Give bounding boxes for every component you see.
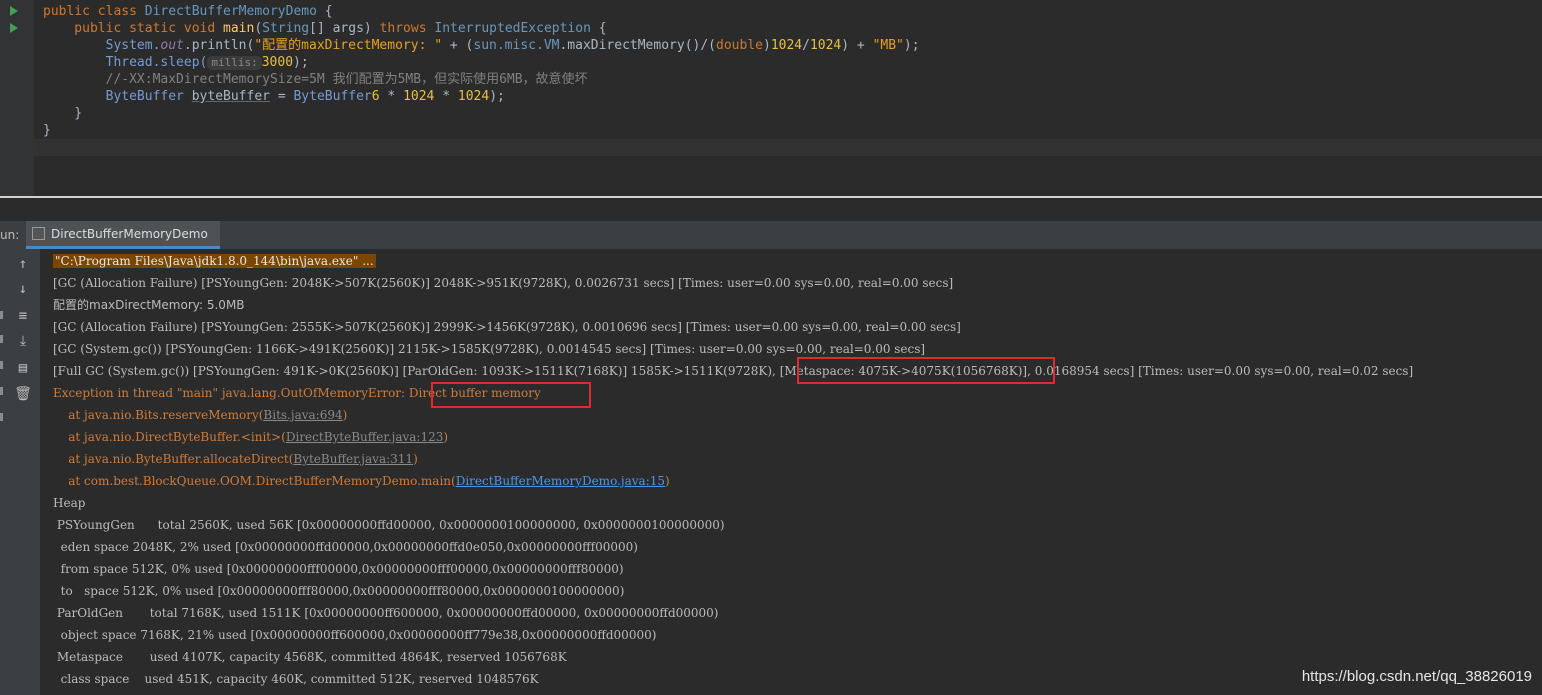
- watermark: https://blog.csdn.net/qq_38826019: [1301, 668, 1532, 685]
- run-config-icon: [32, 227, 45, 240]
- console-line: Heap: [53, 496, 86, 510]
- run-class-icon[interactable]: [10, 6, 18, 16]
- console-line: ParOldGen total 7168K, used 1511K [0x000…: [53, 606, 719, 620]
- direct-buffer-annotation-box: [431, 382, 591, 408]
- code-line-5: //-XX:MaxDirectMemorySize=5M 我们配置为5MB，但实…: [43, 72, 588, 87]
- editor-gutter: [0, 0, 34, 197]
- side-edge-marker: [0, 311, 3, 319]
- editor-divider: [0, 196, 1542, 198]
- console-line: [GC (System.gc()) [PSYoungGen: 1166K->49…: [53, 342, 926, 356]
- up-stack-frame-icon[interactable]: ↑: [13, 255, 33, 273]
- run-tool-window-header: un: DirectBufferMemoryDemo: [0, 221, 1542, 250]
- side-edge-marker: [0, 413, 3, 421]
- code-line-1: public class DirectBufferMemoryDemo {: [43, 4, 333, 19]
- print-icon[interactable]: ▤: [13, 359, 33, 377]
- stack-frame: at java.nio.Bits.reserveMemory(Bits.java…: [53, 408, 348, 422]
- console-line: class space used 451K, capacity 460K, co…: [53, 672, 539, 686]
- console-line: Metaspace used 4107K, capacity 4568K, co…: [53, 650, 567, 664]
- console-line: [Full GC (System.gc()) [PSYoungGen: 491K…: [53, 364, 1414, 378]
- source-link[interactable]: Bits.java:694: [263, 408, 342, 422]
- down-stack-frame-icon[interactable]: ↓: [13, 280, 33, 298]
- console-line: to space 512K, 0% used [0x00000000fff800…: [53, 584, 625, 598]
- code-editor[interactable]: public class DirectBufferMemoryDemo { pu…: [0, 0, 1542, 198]
- tab-run-config[interactable]: DirectBufferMemoryDemo: [26, 221, 220, 249]
- code-line-3: System.out.println("配置的maxDirectMemory: …: [43, 38, 920, 53]
- side-edge-marker: [0, 361, 3, 369]
- console-line: PSYoungGen total 2560K, used 56K [0x0000…: [53, 518, 725, 532]
- side-edge-marker: [0, 387, 3, 395]
- console-line: [GC (Allocation Failure) [PSYoungGen: 20…: [53, 276, 954, 290]
- run-main-icon[interactable]: [10, 23, 18, 33]
- console-output[interactable]: "C:\Program Files\Java\jdk1.8.0_144\bin\…: [40, 249, 1542, 695]
- stack-frame: at java.nio.DirectByteBuffer.<init>(Dire…: [53, 430, 449, 444]
- scroll-to-end-icon[interactable]: ⤓: [13, 332, 33, 350]
- run-toolbar: ↑ ↓ ≡ ⤓ ▤ 🗑: [0, 249, 40, 695]
- code-line-8: }: [43, 123, 51, 138]
- stack-frame: at java.nio.ByteBuffer.allocateDirect(By…: [53, 452, 418, 466]
- run-label: un:: [0, 228, 20, 242]
- tab-title: DirectBufferMemoryDemo: [51, 226, 208, 241]
- soft-wrap-icon[interactable]: ≡: [13, 307, 33, 325]
- side-edge-marker: [0, 335, 3, 343]
- console-line: 配置的maxDirectMemory: 5.0MB: [53, 298, 245, 312]
- source-link[interactable]: DirectByteBuffer.java:123: [286, 430, 444, 444]
- code-line-6: ByteBuffer byteBuffer = ByteBuffer6 * 10…: [43, 89, 505, 104]
- console-line: [GC (Allocation Failure) [PSYoungGen: 25…: [53, 320, 961, 334]
- code-line-4: Thread.sleep(millis: 3000);: [43, 55, 309, 70]
- metaspace-annotation-box: [797, 357, 1055, 384]
- code-line-2: public static void main(String[] args) t…: [43, 21, 607, 36]
- console-command-line: "C:\Program Files\Java\jdk1.8.0_144\bin\…: [53, 254, 376, 268]
- code-line-7: }: [43, 106, 83, 121]
- source-link[interactable]: ByteBuffer.java:311: [293, 452, 413, 466]
- console-line: object space 7168K, 21% used [0x00000000…: [53, 628, 657, 642]
- stack-frame: at com.best.BlockQueue.OOM.DirectBufferM…: [53, 474, 670, 488]
- console-line: eden space 2048K, 2% used [0x00000000ffd…: [53, 540, 638, 554]
- source-link[interactable]: DirectBufferMemoryDemo.java:15: [456, 474, 665, 488]
- console-line: from space 512K, 0% used [0x00000000fff0…: [53, 562, 624, 576]
- param-hint: millis:: [207, 56, 262, 70]
- trash-icon[interactable]: 🗑: [13, 385, 33, 403]
- current-line-highlight: [34, 139, 1542, 156]
